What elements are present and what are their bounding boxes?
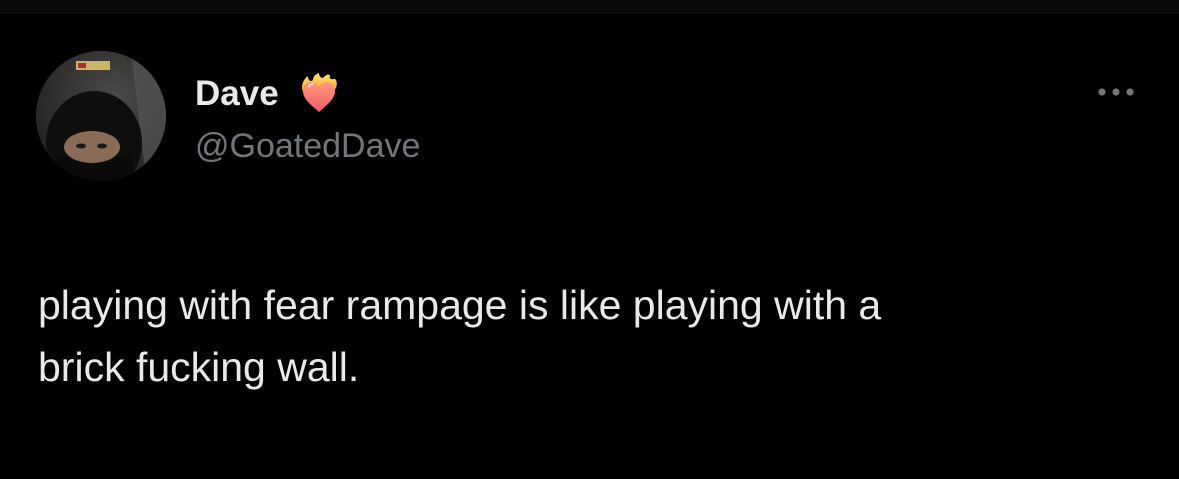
user-handle[interactable]: @GoatedDave xyxy=(195,124,420,168)
heart-on-fire-icon xyxy=(301,73,337,112)
user-name-row: Dave xyxy=(195,72,341,116)
top-edge-strip xyxy=(0,0,1179,14)
avatar[interactable] xyxy=(36,51,166,181)
tweet-card: Dave @GoatedDave playing with fear rampa… xyxy=(0,14,1179,479)
more-options-icon xyxy=(1098,88,1134,96)
avatar-image xyxy=(36,51,166,181)
tweet-text: playing with fear rampage is like playin… xyxy=(38,282,882,390)
display-name[interactable]: Dave xyxy=(195,72,279,116)
more-options-button[interactable] xyxy=(1088,76,1144,108)
